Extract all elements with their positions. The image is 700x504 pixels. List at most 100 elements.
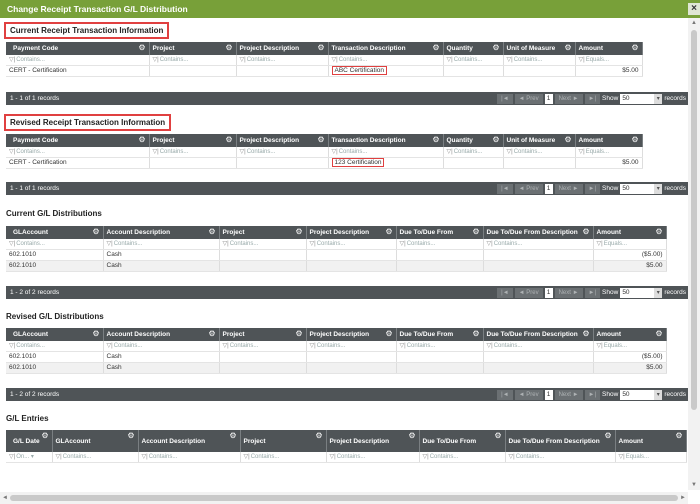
filter-icon[interactable]: ▽| [9, 343, 15, 349]
filter-icon[interactable]: ▽| [107, 343, 113, 349]
filter-input[interactable]: ▽|Contains... [419, 452, 506, 463]
col-amount[interactable]: Amount [593, 226, 667, 239]
filter-input[interactable]: ▽|Contains... [219, 239, 307, 250]
col-project[interactable]: Project [149, 42, 237, 55]
filter-icon[interactable]: ▽| [597, 343, 603, 349]
filter-icon[interactable]: ▽| [423, 454, 429, 460]
filter-icon[interactable]: ▽| [579, 149, 585, 155]
first-page-icon[interactable]: |◄ [497, 93, 513, 104]
filter-icon[interactable]: ▽| [330, 454, 336, 460]
filter-icon[interactable]: ▽| [597, 241, 603, 247]
filter-icon[interactable]: ▽| [240, 57, 246, 63]
filter-input[interactable]: ▽|Contains... [443, 147, 504, 158]
filter-input[interactable]: ▽|Contains... [503, 55, 576, 66]
filter-icon[interactable]: ▽| [240, 149, 246, 155]
filter-icon[interactable]: ▽| [507, 149, 513, 155]
vertical-scroll-thumb[interactable] [691, 30, 697, 410]
col-due-to-due-from[interactable]: Due To/Due From [396, 328, 484, 341]
filter-icon[interactable]: ▽| [447, 149, 453, 155]
next-page-button[interactable]: Next ► [554, 93, 583, 104]
filter-input[interactable]: ▽|Contains... [326, 452, 420, 463]
filter-icon[interactable]: ▽| [153, 57, 159, 63]
close-icon[interactable]: × [688, 3, 700, 15]
filter-icon[interactable]: ▽| [9, 57, 15, 63]
first-page-icon[interactable]: |◄ [497, 183, 513, 194]
filter-input[interactable]: ▽|Contains... [240, 452, 327, 463]
filter-input[interactable]: ▽|Contains... [503, 147, 576, 158]
filter-input[interactable]: ▽|On... ▾ [6, 452, 53, 463]
prev-page-button[interactable]: ◄ Prev [514, 93, 543, 104]
filter-icon[interactable]: ▽| [400, 343, 406, 349]
col-project-description[interactable]: Project Description [306, 328, 397, 341]
last-page-icon[interactable]: ►| [584, 183, 601, 194]
col-gl-date[interactable]: G/L Date [6, 430, 53, 452]
page-size-select[interactable]: 50 [620, 287, 663, 298]
filter-icon[interactable]: ▽| [487, 343, 493, 349]
col-amount[interactable]: Amount [593, 328, 667, 341]
col-project-description[interactable]: Project Description [306, 226, 397, 239]
first-page-icon[interactable]: |◄ [497, 389, 513, 400]
filter-icon[interactable]: ▽| [619, 454, 625, 460]
col-project[interactable]: Project [219, 226, 307, 239]
filter-icon[interactable]: ▽| [447, 57, 453, 63]
col-project-description[interactable]: Project Description [236, 42, 329, 55]
filter-icon[interactable]: ▽| [487, 241, 493, 247]
current-page[interactable]: 1 [544, 93, 553, 104]
col-payment-code[interactable]: Payment Code [6, 134, 150, 147]
filter-input[interactable]: ▽|Contains... [6, 341, 104, 352]
col-unit-of-measure[interactable]: Unit of Measure [503, 134, 576, 147]
col-project-description[interactable]: Project Description [236, 134, 329, 147]
filter-input[interactable]: ▽|Contains... [443, 55, 504, 66]
horizontal-scroll-thumb[interactable] [10, 495, 678, 501]
scroll-left-icon[interactable]: ◄ [0, 492, 10, 504]
filter-input[interactable]: ▽|Equals... [575, 55, 643, 66]
prev-page-button[interactable]: ◄ Prev [514, 389, 543, 400]
filter-input[interactable]: ▽|Contains... [306, 341, 397, 352]
filter-icon[interactable]: ▽| [400, 241, 406, 247]
col-unit-of-measure[interactable]: Unit of Measure [503, 42, 576, 55]
filter-icon[interactable]: ▽| [142, 454, 148, 460]
col-due-to-due-from-description[interactable]: Due To/Due From Description [483, 328, 594, 341]
last-page-icon[interactable]: ►| [584, 389, 601, 400]
filter-input[interactable]: ▽|Contains... [6, 147, 150, 158]
filter-input[interactable]: ▽|Contains... [219, 341, 307, 352]
filter-input[interactable]: ▽|Contains... [6, 55, 150, 66]
col-project-description[interactable]: Project Description [326, 430, 420, 452]
filter-icon[interactable]: ▽| [9, 241, 15, 247]
page-size-select[interactable]: 50 [620, 183, 663, 194]
col-amount[interactable]: Amount [575, 134, 643, 147]
filter-icon[interactable]: ▽| [310, 241, 316, 247]
col-account-description[interactable]: Account Description [103, 226, 220, 239]
col-transaction-description[interactable]: Transaction Description [328, 42, 444, 55]
filter-icon[interactable]: ▽| [9, 454, 15, 460]
filter-input[interactable]: ▽|Contains... [103, 239, 220, 250]
filter-icon[interactable]: ▽| [223, 343, 229, 349]
vertical-scrollbar[interactable]: ▲ ▼ [688, 18, 700, 490]
filter-icon[interactable]: ▽| [332, 149, 338, 155]
filter-input[interactable]: ▽|Equals... [615, 452, 687, 463]
col-due-to-due-from[interactable]: Due To/Due From [419, 430, 506, 452]
current-page[interactable]: 1 [544, 183, 553, 194]
filter-icon[interactable]: ▽| [107, 241, 113, 247]
next-page-button[interactable]: Next ► [554, 287, 583, 298]
col-due-to-due-from-description[interactable]: Due To/Due From Description [483, 226, 594, 239]
filter-input[interactable]: ▽|Contains... [6, 239, 104, 250]
filter-icon[interactable]: ▽| [310, 343, 316, 349]
col-amount[interactable]: Amount [615, 430, 687, 452]
filter-icon[interactable]: ▽| [509, 454, 515, 460]
filter-input[interactable]: ▽|Contains... [483, 239, 594, 250]
filter-input[interactable]: ▽|Contains... [103, 341, 220, 352]
filter-input[interactable]: ▽|Contains... [138, 452, 241, 463]
filter-icon[interactable]: ▽| [332, 57, 338, 63]
first-page-icon[interactable]: |◄ [497, 287, 513, 298]
filter-input[interactable]: ▽|Contains... [149, 147, 237, 158]
date-picker-icon[interactable]: ▾ [31, 454, 34, 460]
filter-input[interactable]: ▽|Contains... [396, 341, 484, 352]
col-amount[interactable]: Amount [575, 42, 643, 55]
col-project[interactable]: Project [149, 134, 237, 147]
horizontal-scrollbar[interactable]: ◄ ► [0, 492, 688, 504]
filter-input[interactable]: ▽|Contains... [306, 239, 397, 250]
next-page-button[interactable]: Next ► [554, 389, 583, 400]
last-page-icon[interactable]: ►| [584, 287, 601, 298]
scroll-up-icon[interactable]: ▲ [688, 18, 700, 28]
